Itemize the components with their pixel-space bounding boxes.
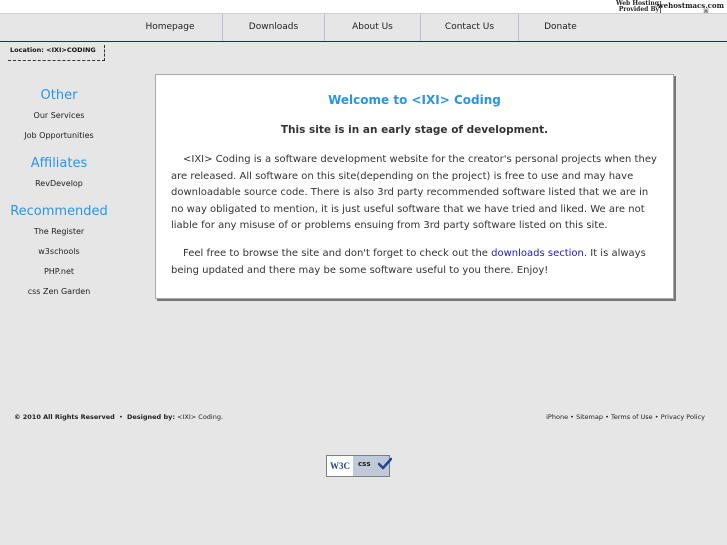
nav-donate[interactable]: Donate <box>518 14 602 41</box>
downloads-section-link[interactable]: downloads section <box>491 248 584 259</box>
footer-links: iPhone • Sitemap • Terms of Use • Privac… <box>546 413 705 421</box>
w3c-css-badge[interactable]: W3C css <box>326 455 392 477</box>
nav-homepage[interactable]: Homepage <box>118 14 222 41</box>
footer-separator: • <box>605 413 609 421</box>
sidebar-item-w3schools[interactable]: w3schools <box>0 242 118 262</box>
hosting-brand-link[interactable]: wehostmacs.com <box>658 1 724 10</box>
hosting-label: Web Hosting Provided By <box>616 1 659 13</box>
breadcrumb: Location: <IXI>CODING <box>8 45 105 61</box>
sidebar-heading-affiliates: Affiliates <box>30 156 88 171</box>
footer-copyright: © 2010 All Rights Reserved • Designed by… <box>14 413 223 421</box>
sidebar-item-the-register[interactable]: The Register <box>0 222 118 242</box>
designer-link[interactable]: <IXI> Coding. <box>177 413 223 421</box>
main-content-panel: Welcome to <IXI> Coding This site is in … <box>155 74 674 299</box>
sidebar-item-job-opportunities[interactable]: Job Opportunities <box>0 126 118 146</box>
browse-paragraph: Feel free to browse the site and don't f… <box>171 246 661 279</box>
nav-about-us[interactable]: About Us <box>324 14 420 41</box>
intro-paragraph: <IXI> Coding is a software development w… <box>171 154 657 231</box>
nav-downloads[interactable]: Downloads <box>222 14 324 41</box>
w3c-logo: W3C <box>330 461 350 471</box>
designed-by-label: Designed by: <box>126 413 175 421</box>
page-subtitle: This site is in an early stage of develo… <box>280 124 549 136</box>
footer-link-iphone[interactable]: iPhone <box>546 413 568 421</box>
browse-text-before: Feel free to browse the site and don't f… <box>183 248 492 259</box>
copyright-text: © 2010 All Rights Reserved <box>14 413 115 421</box>
sidebar-item-revdevelop[interactable]: RevDevelop <box>0 174 118 194</box>
sidebar-heading-recommended: Recommended <box>10 204 108 219</box>
sidebar: Other Our Services Job Opportunities Aff… <box>0 86 118 302</box>
sidebar-item-css-zen-garden[interactable]: css Zen Garden <box>0 282 118 302</box>
hosting-bar: Web Hosting Provided By wehostmacs.com ⌘ <box>0 0 727 15</box>
sidebar-item-php-net[interactable]: PHP.net <box>0 262 118 282</box>
footer-link-terms[interactable]: Terms of Use <box>611 413 653 421</box>
footer-separator: • <box>654 413 659 421</box>
footer-separator: • <box>118 413 123 421</box>
sidebar-heading-other: Other <box>40 88 78 103</box>
hosting-line2: Provided By <box>618 6 659 13</box>
checkmark-icon <box>378 457 392 470</box>
sidebar-item-our-services[interactable]: Our Services <box>0 106 118 126</box>
page-title: Welcome to <IXI> Coding <box>328 93 501 107</box>
css-label: css <box>358 460 371 468</box>
footer-separator: • <box>570 413 574 421</box>
css-badge-panel: css <box>353 456 392 476</box>
nav-contact-us[interactable]: Contact Us <box>420 14 518 41</box>
footer-link-privacy[interactable]: Privacy Policy <box>661 413 705 421</box>
footer-link-sitemap[interactable]: Sitemap <box>576 413 603 421</box>
top-navigation: Homepage Downloads About Us Contact Us D… <box>0 14 727 42</box>
